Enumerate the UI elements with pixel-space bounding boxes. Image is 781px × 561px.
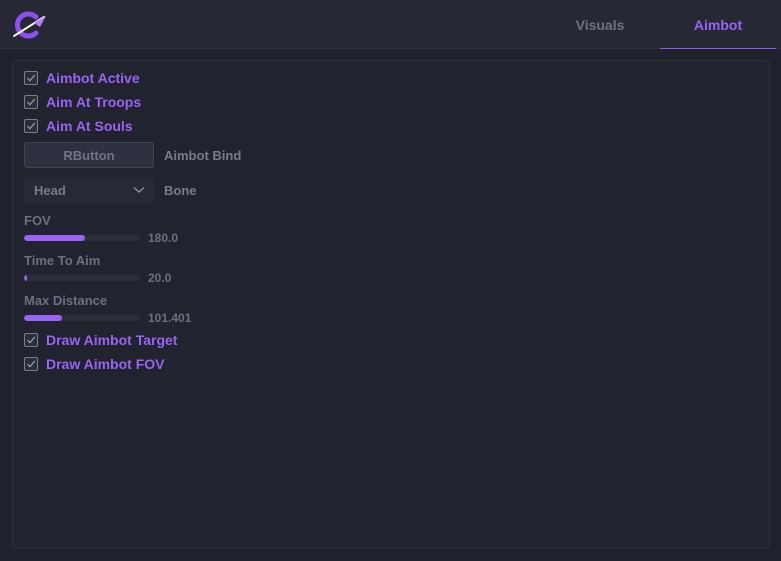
logo-icon (13, 11, 46, 39)
fov-value: 180.0 (148, 231, 179, 245)
bone-label: Bone (164, 183, 197, 198)
check-icon (27, 98, 36, 106)
aim-at-troops-label: Aim At Troops (46, 94, 142, 110)
bone-select[interactable]: Head (24, 177, 154, 203)
chevron-down-icon (133, 186, 145, 193)
fov-slider-fill (24, 235, 86, 241)
top-bar: Visuals Aimbot (0, 0, 781, 49)
max-distance-slider-fill (24, 315, 63, 321)
aim-at-souls-label: Aim At Souls (46, 118, 133, 134)
check-icon (27, 122, 36, 130)
check-icon (27, 74, 36, 82)
draw-aimbot-target-toggle[interactable]: Draw Aimbot Target (24, 331, 177, 349)
checkbox[interactable] (24, 119, 38, 133)
aim-at-troops-toggle[interactable]: Aim At Troops (24, 93, 141, 111)
bone-selected-value: Head (34, 183, 66, 198)
checkbox[interactable] (24, 95, 38, 109)
time-to-aim-slider[interactable] (24, 275, 140, 281)
max-distance-slider[interactable] (24, 315, 140, 321)
fov-slider[interactable] (24, 235, 140, 241)
aim-at-souls-toggle[interactable]: Aim At Souls (24, 117, 133, 135)
check-icon (27, 360, 36, 368)
time-to-aim-value: 20.0 (148, 271, 172, 285)
tab-visuals[interactable]: Visuals (540, 0, 660, 49)
draw-aimbot-fov-toggle[interactable]: Draw Aimbot FOV (24, 355, 165, 373)
aimbot-active-toggle[interactable]: Aimbot Active (24, 69, 140, 87)
time-to-aim-slider-fill (24, 275, 28, 281)
max-distance-value: 101.401 (148, 311, 192, 325)
check-icon (27, 336, 36, 344)
tab-aimbot[interactable]: Aimbot (660, 0, 776, 49)
time-to-aim-label: Time To Aim (24, 253, 101, 268)
fov-label: FOV (24, 213, 51, 228)
checkbox[interactable] (24, 71, 38, 85)
aimbot-bind-label: Aimbot Bind (164, 148, 242, 163)
draw-aimbot-target-label: Draw Aimbot Target (46, 332, 178, 348)
aimbot-bind-button[interactable]: RButton (24, 142, 154, 168)
checkbox[interactable] (24, 357, 38, 371)
draw-aimbot-fov-label: Draw Aimbot FOV (46, 356, 165, 372)
max-distance-label: Max Distance (24, 293, 108, 308)
checkbox[interactable] (24, 333, 38, 347)
aimbot-active-label: Aimbot Active (46, 70, 140, 86)
